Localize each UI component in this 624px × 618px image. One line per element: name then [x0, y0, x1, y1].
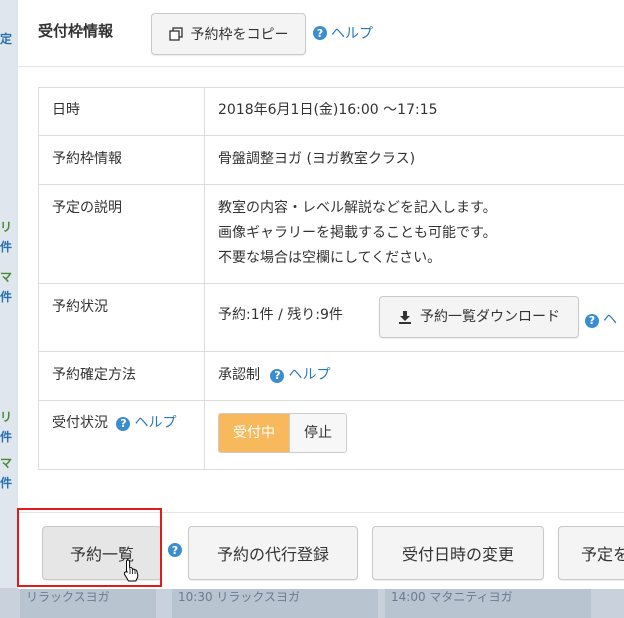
- bg-fragment: 件: [0, 476, 13, 490]
- copy-slot-button[interactable]: 予約枠をコピー: [151, 13, 306, 55]
- download-list-button[interactable]: 予約一覧ダウンロード: [379, 296, 579, 338]
- proxy-registration-button[interactable]: 予約の代行登録: [188, 526, 358, 580]
- table-row: 予約状況 予約:1件 / 残り:9件 予約一覧ダウンロード ? ヘ: [38, 283, 624, 352]
- table-row: 日時 2018年6月1日(金)16:00 ～17:15: [38, 87, 624, 136]
- footer-help-link[interactable]: ?: [168, 543, 182, 557]
- reception-toggle: 受付中 停止: [218, 413, 347, 453]
- download-list-label: 予約一覧ダウンロード: [420, 308, 560, 325]
- toggle-stopped[interactable]: 停止: [289, 414, 346, 452]
- modal-title: 受付枠情報: [38, 22, 114, 40]
- question-icon: ?: [116, 416, 131, 431]
- reception-slot-modal: 受付枠情報 予約枠をコピー ? ヘルプ 日時 2018年6月1日(金)16:00…: [18, 0, 624, 589]
- bg-cell: 14:00 マタニティヨガ: [385, 588, 591, 618]
- question-icon: ?: [270, 368, 285, 383]
- slot-name-value: 骨盤調整ヨガ (ヨガ教室クラス): [218, 151, 416, 167]
- row-value: 承認制 ? ヘルプ: [204, 351, 624, 401]
- row-key: 受付状況 ? ヘルプ: [38, 400, 205, 470]
- row-key: 予約確定方法: [38, 351, 205, 401]
- bg-fragment: リ: [0, 220, 13, 234]
- change-datetime-label: 受付日時の変更: [401, 545, 514, 564]
- row-value: 2018年6月1日(金)16:00 ～17:15: [204, 87, 624, 136]
- bg-fragment: マ: [0, 270, 13, 284]
- bg-fragment: 件: [0, 290, 13, 304]
- help-label: ヘルプ: [134, 415, 177, 431]
- row-value: 骨盤調整ヨガ (ヨガ教室クラス): [204, 135, 624, 185]
- question-icon: ?: [168, 543, 182, 557]
- help-label: ヘ: [603, 312, 617, 328]
- help-label: ヘルプ: [288, 367, 331, 383]
- change-datetime-button[interactable]: 受付日時の変更: [372, 526, 544, 580]
- copy-icon: [168, 27, 183, 41]
- row-value: 教室の内容・レベル解説などを記入します。 画像ギャラリーを掲載することも可能です…: [204, 184, 624, 284]
- row-key: 日時: [38, 87, 205, 136]
- method-help-link[interactable]: ? ヘルプ: [270, 363, 330, 388]
- hand-cursor-icon: [123, 559, 139, 582]
- table-row: 予約枠情報 骨盤調整ヨガ (ヨガ教室クラス): [38, 135, 624, 185]
- modal-header: 受付枠情報 予約枠をコピー ? ヘルプ: [18, 0, 624, 67]
- status-help-link[interactable]: ? ヘ: [585, 308, 617, 333]
- schedule-label: 予定を: [581, 545, 624, 564]
- table-row: 予定の説明 教室の内容・レベル解説などを記入します。 画像ギャラリーを掲載するこ…: [38, 184, 624, 284]
- download-icon: [398, 310, 412, 324]
- reception-help-link[interactable]: ? ヘルプ: [116, 411, 176, 436]
- row-value: 受付中 停止: [204, 400, 624, 470]
- slot-info-table: 日時 2018年6月1日(金)16:00 ～17:15 予約枠情報 骨盤調整ヨガ…: [38, 87, 624, 470]
- row-key: 予約状況: [38, 283, 205, 352]
- row-value: 予約:1件 / 残り:9件 予約一覧ダウンロード ? ヘ: [204, 283, 624, 352]
- description-line: 不要な場合は空欄にしてください。: [218, 250, 442, 266]
- row-key: 予約枠情報: [38, 135, 205, 185]
- red-highlight-box: [17, 508, 162, 587]
- help-label: ヘルプ: [331, 26, 373, 42]
- bg-fragment: リ: [0, 410, 13, 424]
- table-row: 予約確定方法 承認制 ? ヘルプ: [38, 351, 624, 401]
- bg-fragment: 定: [0, 32, 13, 46]
- row-key: 予定の説明: [38, 184, 205, 284]
- bg-fragment: マ: [0, 456, 13, 470]
- table-row: 受付状況 ? ヘルプ 受付中 停止: [38, 400, 624, 470]
- bg-fragment: 件: [0, 430, 13, 444]
- copy-slot-label: 予約枠をコピー: [190, 27, 289, 43]
- background-page-bottom: リラックスヨガ 10:30 リラックスヨガ 14:00 マタニティヨガ: [0, 588, 624, 618]
- question-icon: ?: [585, 313, 599, 328]
- description-line: 画像ギャラリーを掲載することも可能です。: [218, 225, 497, 241]
- question-icon: ?: [313, 26, 327, 40]
- datetime-value: 2018年6月1日(金)16:00 ～17:15: [218, 102, 438, 118]
- bg-cell: 10:30 リラックスヨガ: [172, 588, 378, 618]
- schedule-button[interactable]: 予定を: [558, 526, 624, 580]
- bg-cell: リラックスヨガ: [20, 588, 156, 618]
- header-help-link[interactable]: ? ヘルプ: [313, 23, 373, 43]
- reservation-status-value: 予約:1件 / 残り:9件: [218, 307, 343, 323]
- confirmation-method-value: 承認制: [218, 367, 260, 383]
- reception-status-label: 受付状況: [52, 415, 108, 431]
- toggle-accepting[interactable]: 受付中: [219, 414, 289, 452]
- bg-fragment: 件: [0, 240, 13, 254]
- proxy-registration-label: 予約の代行登録: [216, 545, 329, 564]
- background-page-left: 定 リ 件 マ 件 リ 件 マ 件: [0, 0, 18, 618]
- description-line: 教室の内容・レベル解説などを記入します。: [218, 200, 497, 216]
